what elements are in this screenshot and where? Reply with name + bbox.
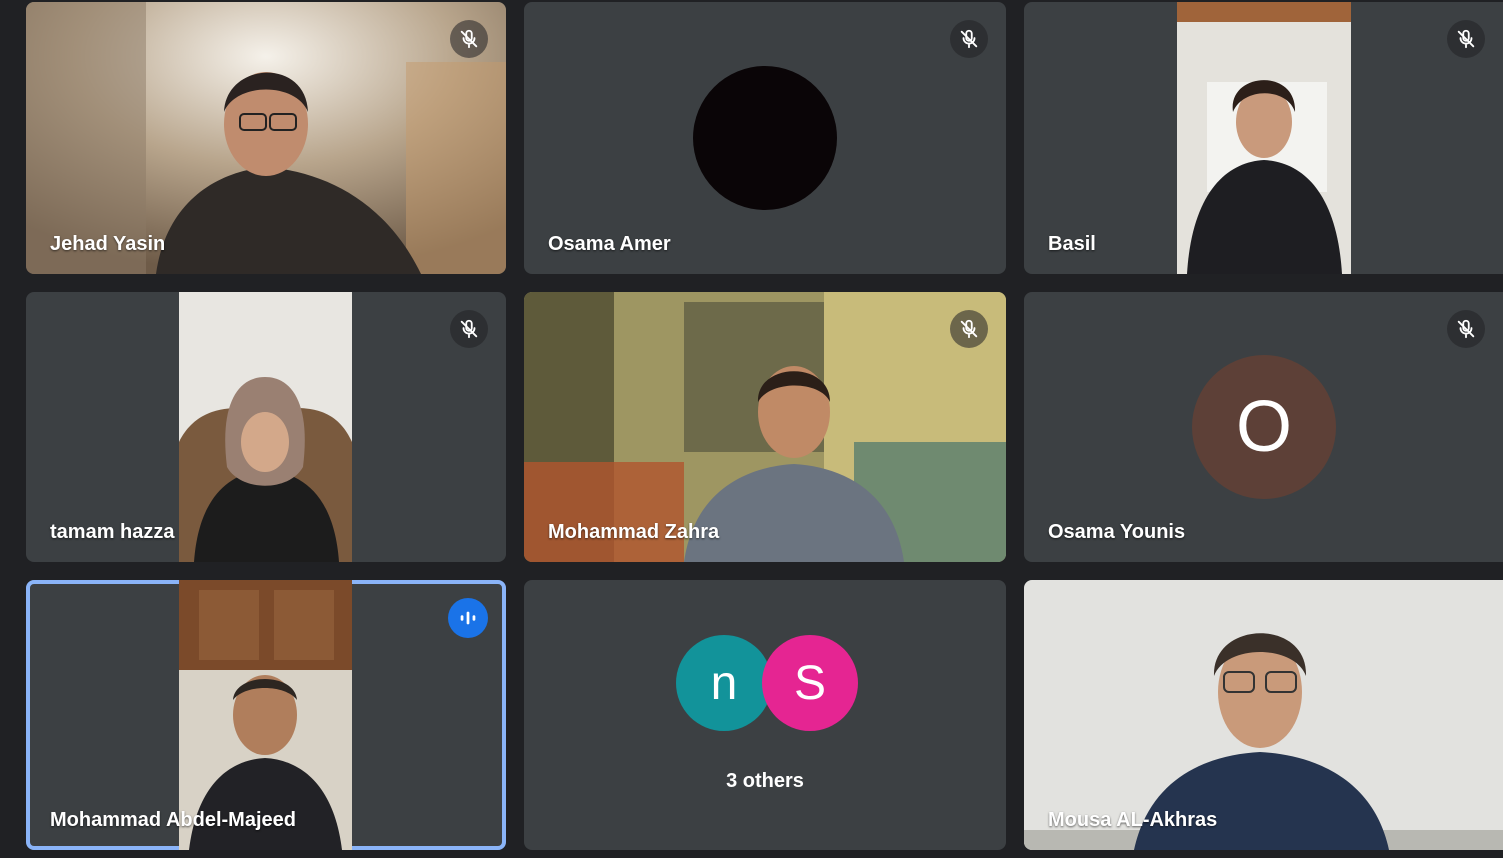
participant-tile-osama-younis[interactable]: O Osama Younis (1024, 292, 1503, 562)
others-count-label: 3 others (726, 770, 804, 792)
mic-off-icon (950, 20, 988, 58)
mic-off-icon (450, 310, 488, 348)
participant-name: Osama Amer (548, 233, 671, 255)
participant-tile-basil[interactable]: Basil (1024, 2, 1503, 274)
avatar: n (676, 635, 772, 731)
participant-name: Basil (1048, 233, 1096, 255)
others-tile[interactable]: n S 3 others (524, 580, 1006, 850)
video-feed (1177, 2, 1351, 274)
participant-tile-jehad-yasin[interactable]: Jehad Yasin (26, 2, 506, 274)
participant-name: Mohammad Abdel-Majeed (50, 809, 296, 831)
participant-tile-mousa-al-akhras[interactable]: Mousa AL-Akhras (1024, 580, 1503, 850)
participant-tile-tamam-hazza[interactable]: tamam hazza (26, 292, 506, 562)
video-feed (179, 292, 352, 562)
mic-off-icon (950, 310, 988, 348)
participant-name: Mohammad Zahra (548, 521, 720, 543)
mic-off-icon (450, 20, 488, 58)
participant-tile-mohammad-zahra[interactable]: Mohammad Zahra (524, 292, 1006, 562)
participant-tile-osama-amer[interactable]: Osama Amer (524, 2, 1006, 274)
avatar (693, 66, 837, 210)
participant-name: Osama Younis (1048, 521, 1186, 543)
audio-level-icon (448, 598, 488, 638)
avatar: O (1192, 355, 1336, 499)
participant-name: Mousa AL-Akhras (1048, 809, 1218, 831)
participant-name: tamam hazza (50, 521, 175, 543)
mic-off-icon (1447, 310, 1485, 348)
participant-name: Jehad Yasin (50, 233, 166, 255)
avatar: S (762, 635, 858, 731)
mic-off-icon (1447, 20, 1485, 58)
participant-tile-mohammad-abdel-majeed[interactable]: Mohammad Abdel-Majeed (26, 580, 506, 850)
